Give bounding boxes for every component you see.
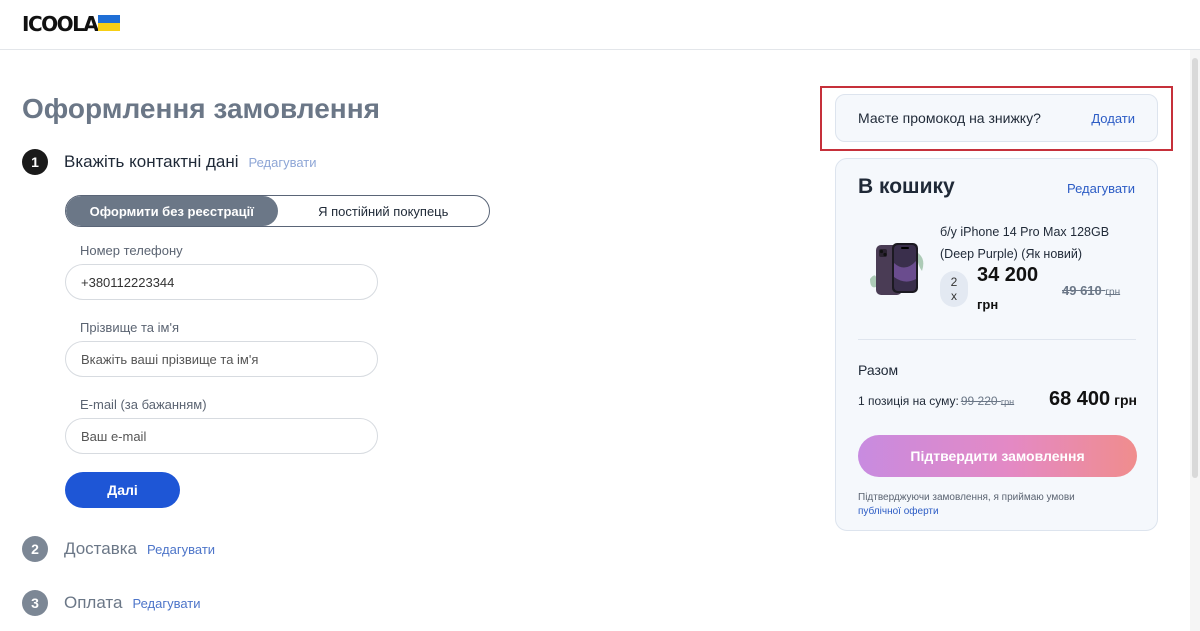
total-new-value: 68 400 bbox=[1048, 388, 1111, 410]
product-name[interactable]: б/у iPhone 14 Pro Max 128GB (Deep Purple… bbox=[940, 221, 1140, 265]
step-title: Оплата bbox=[64, 593, 123, 612]
step-number: 2 bbox=[22, 536, 48, 562]
quantity-multiplier: x bbox=[951, 289, 957, 303]
step-number: 3 bbox=[22, 590, 48, 616]
terms-text: Підтверджуючи замовлення, я приймаю умов… bbox=[858, 492, 1075, 503]
step-number: 1 bbox=[22, 149, 48, 175]
product-price-currency: грн bbox=[977, 297, 999, 312]
step-payment: 3 Оплата Редагувати bbox=[22, 590, 201, 616]
cart-title: В кошику bbox=[858, 175, 955, 198]
terms-notice: Підтверджуючи замовлення, я приймаю умов… bbox=[858, 491, 1138, 519]
name-input[interactable] bbox=[65, 341, 378, 377]
total-row: 1 позиція на суму: 99 220 грн 68 400 грн bbox=[858, 388, 1137, 411]
total-old-currency: грн bbox=[1000, 397, 1015, 407]
guest-checkout-option[interactable]: Оформити без реєстрації bbox=[66, 196, 278, 226]
name-label: Прізвище та ім'я bbox=[80, 320, 179, 335]
cart-edit-link[interactable]: Редагувати bbox=[1067, 181, 1135, 196]
logo-text: ICOOLA bbox=[22, 12, 99, 36]
scrollbar-thumb[interactable] bbox=[1192, 58, 1198, 478]
cart-panel: В кошику Редагувати б/у iPhone 14 Pro Ma… bbox=[835, 158, 1158, 531]
product-price: 34 200 bbox=[977, 264, 1039, 286]
cart-divider bbox=[858, 339, 1136, 340]
total-label: Разом bbox=[858, 362, 899, 378]
phone-label: Номер телефону bbox=[80, 243, 183, 258]
promo-code-box: Маєте промокод на знижку? Додати bbox=[835, 94, 1158, 142]
ukraine-flag-icon bbox=[98, 15, 121, 31]
checkout-mode-toggle: Оформити без реєстрації Я постійний поку… bbox=[65, 195, 490, 227]
email-label: E-mail (за бажанням) bbox=[80, 397, 207, 412]
old-price-value: 49 610 bbox=[1062, 283, 1102, 298]
total-new-currency: грн bbox=[1114, 392, 1137, 408]
step-title: Доставка bbox=[64, 539, 138, 558]
quantity-value: 2 bbox=[950, 275, 958, 289]
confirm-order-button[interactable]: Підтвердити замовлення bbox=[858, 435, 1137, 477]
quantity-badge: 2 x bbox=[940, 271, 968, 307]
phone-input[interactable] bbox=[65, 264, 378, 300]
scrollbar[interactable] bbox=[1190, 50, 1200, 631]
total-description: 1 позиція на суму: bbox=[858, 394, 959, 408]
step-edit-link[interactable]: Редагувати bbox=[132, 596, 200, 611]
step-title: Вкажіть контактні дані bbox=[64, 152, 239, 171]
page-title: Оформлення замовлення bbox=[22, 93, 380, 124]
total-old-price: 99 220 грн bbox=[961, 394, 1014, 408]
step-contact: 1 Вкажіть контактні дані Редагувати bbox=[22, 149, 317, 175]
public-offer-link[interactable]: публічної оферти bbox=[858, 506, 939, 517]
total-old-value: 99 220 bbox=[960, 394, 998, 408]
promo-add-link[interactable]: Додати bbox=[1091, 111, 1135, 126]
email-input[interactable] bbox=[65, 418, 378, 454]
total-new-price: 68 400 грн bbox=[1049, 388, 1137, 411]
logo[interactable]: ICOOLA bbox=[22, 12, 121, 36]
promo-text: Маєте промокод на знижку? bbox=[858, 110, 1041, 126]
product-old-price: 49 610 грн bbox=[1062, 283, 1120, 298]
next-button[interactable]: Далі bbox=[65, 472, 180, 508]
step-edit-link[interactable]: Редагувати bbox=[248, 155, 316, 170]
step-edit-link[interactable]: Редагувати bbox=[147, 542, 215, 557]
old-price-currency: грн bbox=[1105, 287, 1121, 298]
step-delivery: 2 Доставка Редагувати bbox=[22, 536, 215, 562]
returning-customer-option[interactable]: Я постійний покупець bbox=[278, 196, 490, 226]
iphone-product-image[interactable] bbox=[866, 239, 928, 299]
header: ICOOLA bbox=[0, 0, 1200, 50]
